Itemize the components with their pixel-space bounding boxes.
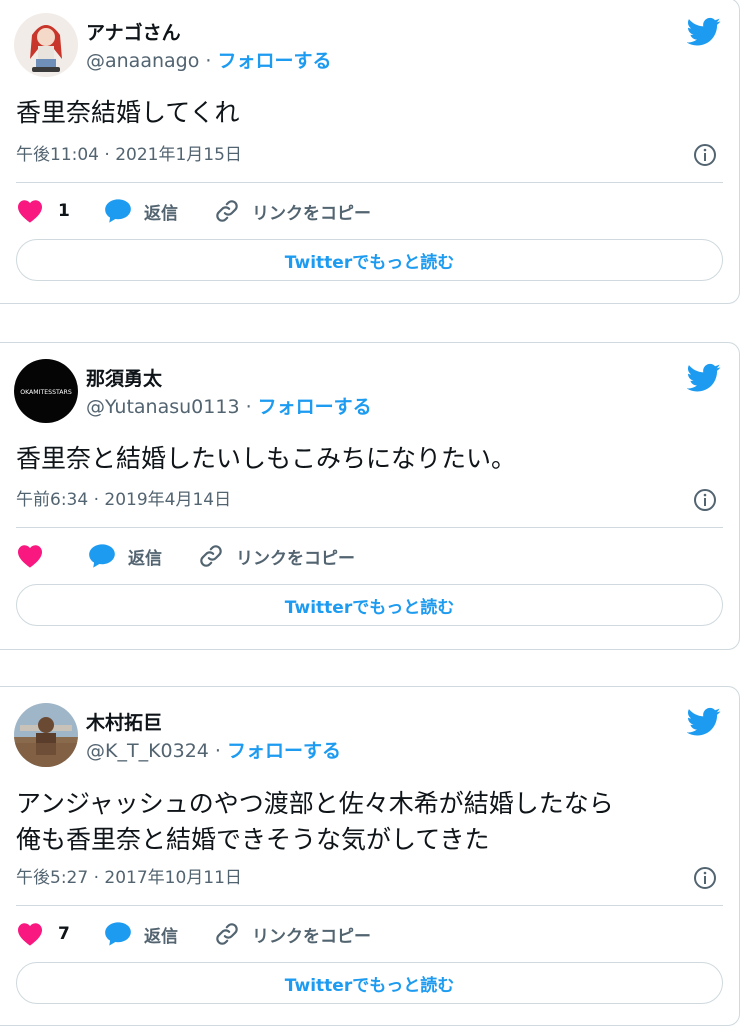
heart-icon (18, 923, 42, 946)
tweet-text: 香里奈結婚してくれ (16, 98, 240, 127)
link-icon (200, 545, 222, 567)
info-icon[interactable] (693, 866, 717, 890)
divider (16, 905, 723, 906)
copy-link-label: リンクをコピー (252, 203, 371, 224)
twitter-bird-icon[interactable] (687, 707, 721, 737)
reply-button[interactable]: 返信 (104, 197, 178, 225)
read-more-button[interactable]: Twitterでもっと読む (16, 239, 723, 281)
like-button[interactable]: 7 (16, 920, 70, 948)
like-count: 1 (58, 201, 70, 221)
tweet-timestamp[interactable]: 午前6:34 · 2019年4月14日 (16, 489, 231, 511)
separator: · (239, 396, 258, 418)
avatar-image (14, 13, 78, 77)
handle-row: @Yutanasu0113 · フォローする (86, 395, 372, 419)
separator: · (199, 50, 218, 72)
display-name[interactable]: 木村拓巨 (86, 711, 162, 735)
twitter-bird-icon[interactable] (687, 17, 721, 47)
tweet-timestamp[interactable]: 午後11:04 · 2021年1月15日 (16, 144, 242, 166)
separator: · (208, 740, 228, 762)
reply-label: 返信 (144, 926, 178, 947)
copy-link-button[interactable]: リンクをコピー (214, 920, 371, 948)
follow-link[interactable]: フォローする (217, 50, 331, 72)
reply-button[interactable]: 返信 (88, 542, 162, 570)
tweet-timestamp[interactable]: 午後5:27 · 2017年10月11日 (16, 867, 242, 889)
like-button[interactable] (16, 542, 58, 570)
divider (16, 182, 723, 183)
display-name[interactable]: アナゴさん (86, 21, 181, 45)
copy-link-button[interactable]: リンクをコピー (214, 197, 371, 225)
divider (16, 527, 723, 528)
reply-label: 返信 (128, 548, 162, 569)
heart-icon (18, 200, 42, 223)
avatar[interactable]: OKAMITESSTARS (14, 359, 78, 423)
tweet-text-line: アンジャッシュのやつ渡部と佐々木希が結婚したなら (16, 789, 614, 818)
heart-icon (18, 545, 42, 568)
avatar[interactable] (14, 13, 78, 77)
user-handle[interactable]: @Yutanasu0113 (86, 396, 240, 418)
handle-row: @K_T_K0324 · フォローする (86, 739, 341, 763)
copy-link-button[interactable]: リンクをコピー (198, 542, 355, 570)
like-button[interactable]: 1 (16, 197, 70, 225)
link-icon (216, 200, 238, 222)
user-handle[interactable]: @K_T_K0324 (86, 740, 209, 762)
avatar-image (14, 703, 78, 767)
reply-label: 返信 (144, 203, 178, 224)
tweet-card: アナゴさん @anaanago · フォローする 香里奈結婚してくれ 午後11:… (0, 0, 740, 304)
reply-icon (105, 199, 131, 223)
read-more-button[interactable]: Twitterでもっと読む (16, 584, 723, 626)
reply-button[interactable]: 返信 (104, 920, 178, 948)
avatar-logo-text: OKAMITESSTARS (20, 389, 72, 396)
tweet-card: OKAMITESSTARS 那須勇太 @Yutanasu0113 · フォローす… (0, 342, 740, 650)
follow-link[interactable]: フォローする (227, 740, 341, 762)
tweet-text: アンジャッシュのやつ渡部と佐々木希が結婚したなら 俺も香里奈と結婚できそうな気が… (16, 786, 723, 858)
tweet-actions: 1 返信 リンクをコピー (16, 197, 723, 225)
tweet-actions: 返信 リンクをコピー (16, 542, 723, 570)
like-count: 7 (58, 924, 70, 944)
handle-row: @anaanago · フォローする (86, 49, 331, 73)
user-handle[interactable]: @anaanago (86, 50, 199, 72)
display-name[interactable]: 那須勇太 (86, 367, 162, 391)
reply-icon (89, 544, 115, 568)
copy-link-label: リンクをコピー (252, 926, 371, 947)
tweet-actions: 7 返信 リンクをコピー (16, 920, 723, 948)
link-icon (216, 923, 238, 945)
reply-icon (105, 922, 131, 946)
info-icon[interactable] (693, 488, 717, 512)
twitter-bird-icon[interactable] (687, 363, 721, 393)
tweet-card: 木村拓巨 @K_T_K0324 · フォローする アンジャッシュのやつ渡部と佐々… (0, 686, 740, 1026)
avatar-image: OKAMITESSTARS (14, 359, 78, 423)
tweet-text-line: 俺も香里奈と結婚できそうな気がしてきた (16, 825, 490, 854)
avatar[interactable] (14, 703, 78, 767)
read-more-button[interactable]: Twitterでもっと読む (16, 962, 723, 1004)
tweet-text: 香里奈と結婚したいしもこみちになりたい。 (16, 444, 517, 473)
info-icon[interactable] (693, 143, 717, 167)
copy-link-label: リンクをコピー (236, 548, 355, 569)
follow-link[interactable]: フォローする (258, 396, 372, 418)
